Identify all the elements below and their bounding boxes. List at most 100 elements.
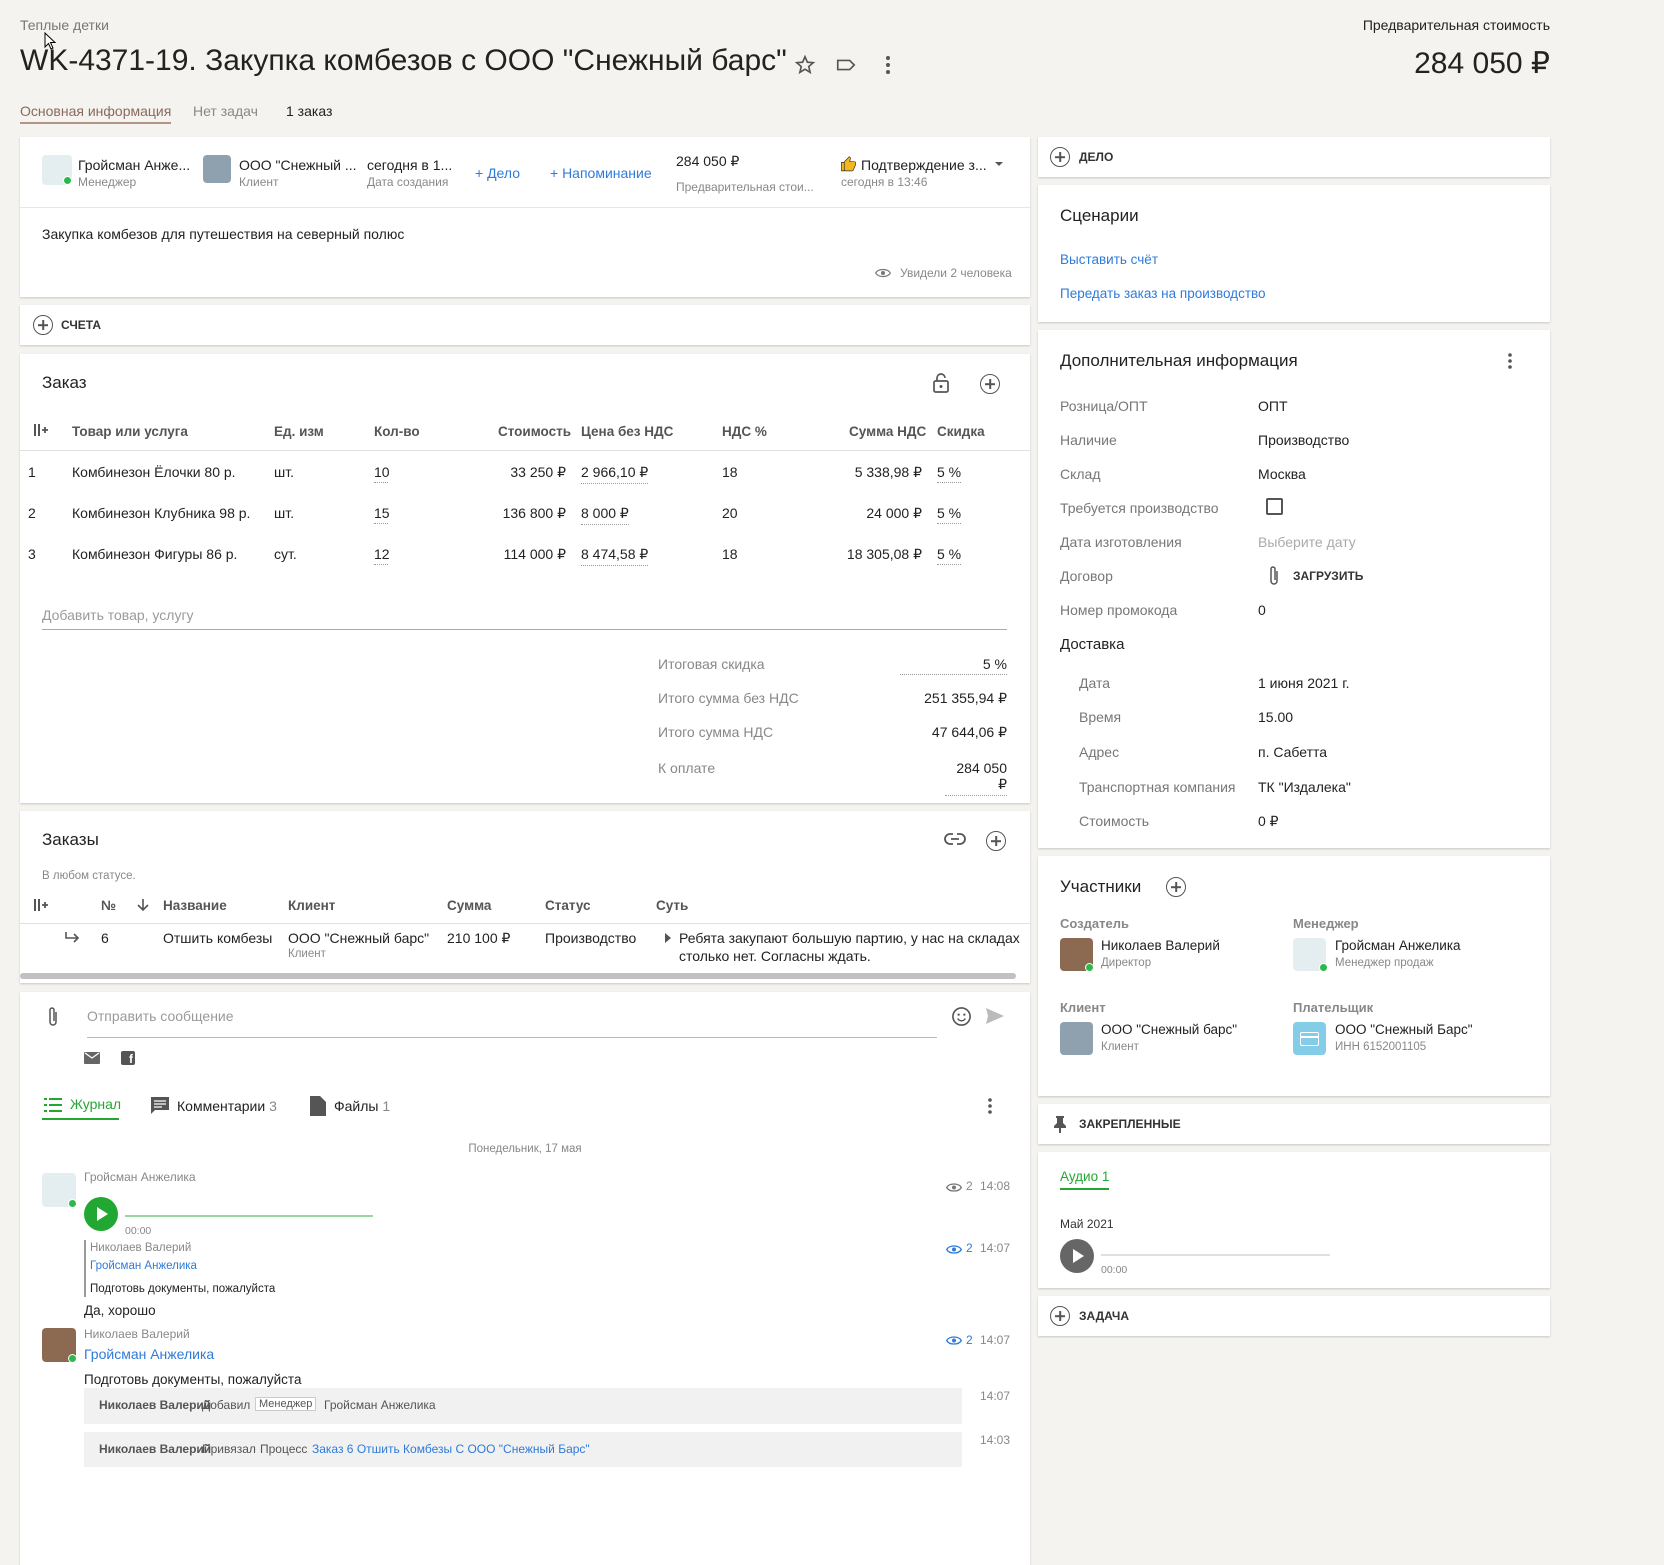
payer-name[interactable]: ООО "Снежный Барс" bbox=[1335, 1022, 1473, 1037]
client-name[interactable]: ООО "Снежный ... bbox=[239, 157, 357, 173]
play-icon[interactable] bbox=[1060, 1239, 1094, 1273]
field-value[interactable]: 0 bbox=[1258, 602, 1266, 618]
col-number[interactable]: № bbox=[101, 898, 116, 913]
client-avatar[interactable] bbox=[203, 155, 231, 183]
event-link[interactable]: Заказ 6 Отшить Комбезы С ООО "Снежный Ба… bbox=[312, 1442, 590, 1456]
columns-icon[interactable] bbox=[34, 898, 48, 912]
date-picker[interactable]: Выберите дату bbox=[1258, 534, 1356, 550]
manager-name[interactable]: Гройсман Анжелика bbox=[1335, 938, 1461, 953]
col-cost[interactable]: Стоимость bbox=[498, 424, 571, 439]
client-name[interactable]: ООО "Снежный барс" bbox=[1101, 1022, 1237, 1037]
col-name[interactable]: Название bbox=[163, 898, 227, 913]
description[interactable]: Закупка комбезов для путешествия на севе… bbox=[42, 226, 404, 242]
add-order-item-icon[interactable] bbox=[980, 374, 1000, 394]
lock-open-icon[interactable] bbox=[933, 373, 949, 393]
sort-down-icon[interactable] bbox=[137, 898, 149, 912]
event-actor[interactable]: Николаев Валерий bbox=[99, 1398, 211, 1412]
discount[interactable]: 5 % bbox=[937, 464, 962, 483]
product-name[interactable]: Комбинезон Клубника 98 р. bbox=[72, 505, 250, 521]
col-client[interactable]: Клиент bbox=[288, 898, 335, 913]
col-discount[interactable]: Скидка bbox=[937, 424, 985, 439]
audio-progress[interactable] bbox=[1101, 1254, 1330, 1256]
message-author[interactable]: Николаев Валерий bbox=[84, 1327, 190, 1341]
order-number[interactable]: 6 bbox=[101, 930, 109, 946]
vat[interactable]: 18 bbox=[722, 546, 738, 562]
card-icon[interactable] bbox=[1293, 1022, 1326, 1055]
price[interactable]: 2 966,10 ₽ bbox=[581, 464, 649, 484]
event-actor[interactable]: Николаев Валерий bbox=[99, 1442, 211, 1456]
field-value[interactable]: ОПТ bbox=[1258, 398, 1288, 414]
field-value[interactable]: 0 ₽ bbox=[1258, 813, 1279, 830]
add-order-icon[interactable] bbox=[986, 831, 1006, 851]
breadcrumb[interactable]: Теплые детки bbox=[20, 17, 109, 33]
price[interactable]: 8 474,58 ₽ bbox=[581, 546, 649, 566]
qty[interactable]: 12 bbox=[374, 546, 390, 565]
horizontal-scrollbar[interactable] bbox=[20, 973, 1016, 979]
star-icon[interactable] bbox=[794, 54, 816, 76]
mail-icon[interactable] bbox=[84, 1052, 100, 1064]
tab-orders[interactable]: 1 заказ bbox=[286, 103, 332, 119]
vat[interactable]: 20 bbox=[722, 505, 738, 521]
col-sum[interactable]: Сумма bbox=[447, 898, 491, 913]
chevron-down-icon[interactable] bbox=[994, 160, 1004, 168]
col-qty[interactable]: Кол-во bbox=[374, 424, 420, 439]
field-value[interactable]: Москва bbox=[1258, 466, 1306, 482]
price[interactable]: 8 000 ₽ bbox=[581, 505, 629, 525]
quote-mention[interactable]: Гройсман Анжелика bbox=[90, 1260, 197, 1272]
col-vat[interactable]: НДС % bbox=[722, 424, 767, 439]
order-client[interactable]: ООО "Снежный барс" bbox=[288, 930, 429, 946]
discount[interactable]: 5 % bbox=[937, 546, 962, 565]
attach-icon[interactable] bbox=[47, 1006, 59, 1028]
order-name[interactable]: Отшить комбезы bbox=[163, 930, 272, 946]
tab-files[interactable]: Файлы 1 bbox=[334, 1098, 390, 1114]
add-circle-icon[interactable] bbox=[1050, 147, 1070, 167]
status-filter[interactable]: В любом статусе. bbox=[42, 870, 136, 882]
upload-button[interactable]: ЗАГРУЗИТЬ bbox=[1293, 569, 1363, 583]
facebook-icon[interactable]: f bbox=[121, 1051, 135, 1066]
production-checkbox[interactable] bbox=[1266, 498, 1283, 515]
to-pay-value[interactable]: 284 050 ₽ bbox=[945, 760, 1007, 796]
more-vert-icon[interactable] bbox=[878, 54, 898, 76]
manager-name[interactable]: Гройсман Анже... bbox=[78, 157, 190, 173]
total-discount-value[interactable]: 5 % bbox=[900, 656, 1007, 675]
col-status[interactable]: Статус bbox=[545, 898, 591, 913]
add-item-input[interactable]: Добавить товар, услугу bbox=[42, 607, 1007, 630]
product-name[interactable]: Комбинезон Фигуры 86 р. bbox=[72, 546, 237, 562]
columns-icon[interactable] bbox=[34, 423, 48, 437]
task-section[interactable]: ЗАДАЧА bbox=[1038, 1296, 1550, 1336]
col-product[interactable]: Товар или услуга bbox=[72, 424, 188, 439]
deal-section[interactable]: ДЕЛО bbox=[1038, 137, 1550, 177]
field-value[interactable]: ТК "Издалека" bbox=[1258, 779, 1351, 795]
summary-price[interactable]: 284 050 ₽ bbox=[676, 153, 739, 170]
col-essence[interactable]: Суть bbox=[656, 898, 688, 913]
add-circle-icon[interactable] bbox=[1050, 1306, 1070, 1326]
comment-icon[interactable] bbox=[150, 1096, 170, 1116]
link-icon[interactable] bbox=[944, 832, 966, 846]
col-vat-sum[interactable]: Сумма НДС bbox=[849, 424, 926, 439]
play-icon[interactable] bbox=[84, 1197, 118, 1231]
add-reminder-link[interactable]: + Напоминание bbox=[550, 165, 652, 181]
add-deal-link[interactable]: + Дело bbox=[475, 165, 520, 181]
scenario-invoice[interactable]: Выставить счёт bbox=[1060, 252, 1158, 267]
tag-icon[interactable] bbox=[835, 54, 857, 76]
message-mention[interactable]: Гройсман Анжелика bbox=[84, 1346, 214, 1362]
qty[interactable]: 15 bbox=[374, 505, 390, 524]
field-value[interactable]: Производство bbox=[1258, 432, 1349, 448]
expand-arrow-icon[interactable] bbox=[665, 933, 671, 943]
tab-tasks[interactable]: Нет задач bbox=[193, 103, 258, 119]
product-name[interactable]: Комбинезон Ёлочки 80 р. bbox=[72, 464, 236, 480]
add-circle-icon[interactable] bbox=[33, 315, 53, 335]
file-icon[interactable] bbox=[310, 1096, 326, 1116]
event-target[interactable]: Гройсман Анжелика bbox=[324, 1398, 436, 1412]
tab-main-info[interactable]: Основная информация bbox=[20, 103, 172, 124]
message-author[interactable]: Гройсман Анжелика bbox=[84, 1170, 196, 1184]
col-price[interactable]: Цена без НДС bbox=[581, 424, 673, 439]
client-avatar[interactable] bbox=[1060, 1022, 1093, 1055]
more-vert-icon[interactable] bbox=[986, 1097, 994, 1115]
field-value[interactable]: п. Сабетта bbox=[1258, 744, 1327, 760]
message-input[interactable]: Отправить сообщение bbox=[87, 1008, 937, 1038]
creator-name[interactable]: Николаев Валерий bbox=[1101, 938, 1220, 953]
qty[interactable]: 10 bbox=[374, 464, 390, 483]
accounts-section[interactable]: СЧЕТА bbox=[20, 305, 1030, 345]
add-participant-icon[interactable] bbox=[1166, 877, 1186, 897]
